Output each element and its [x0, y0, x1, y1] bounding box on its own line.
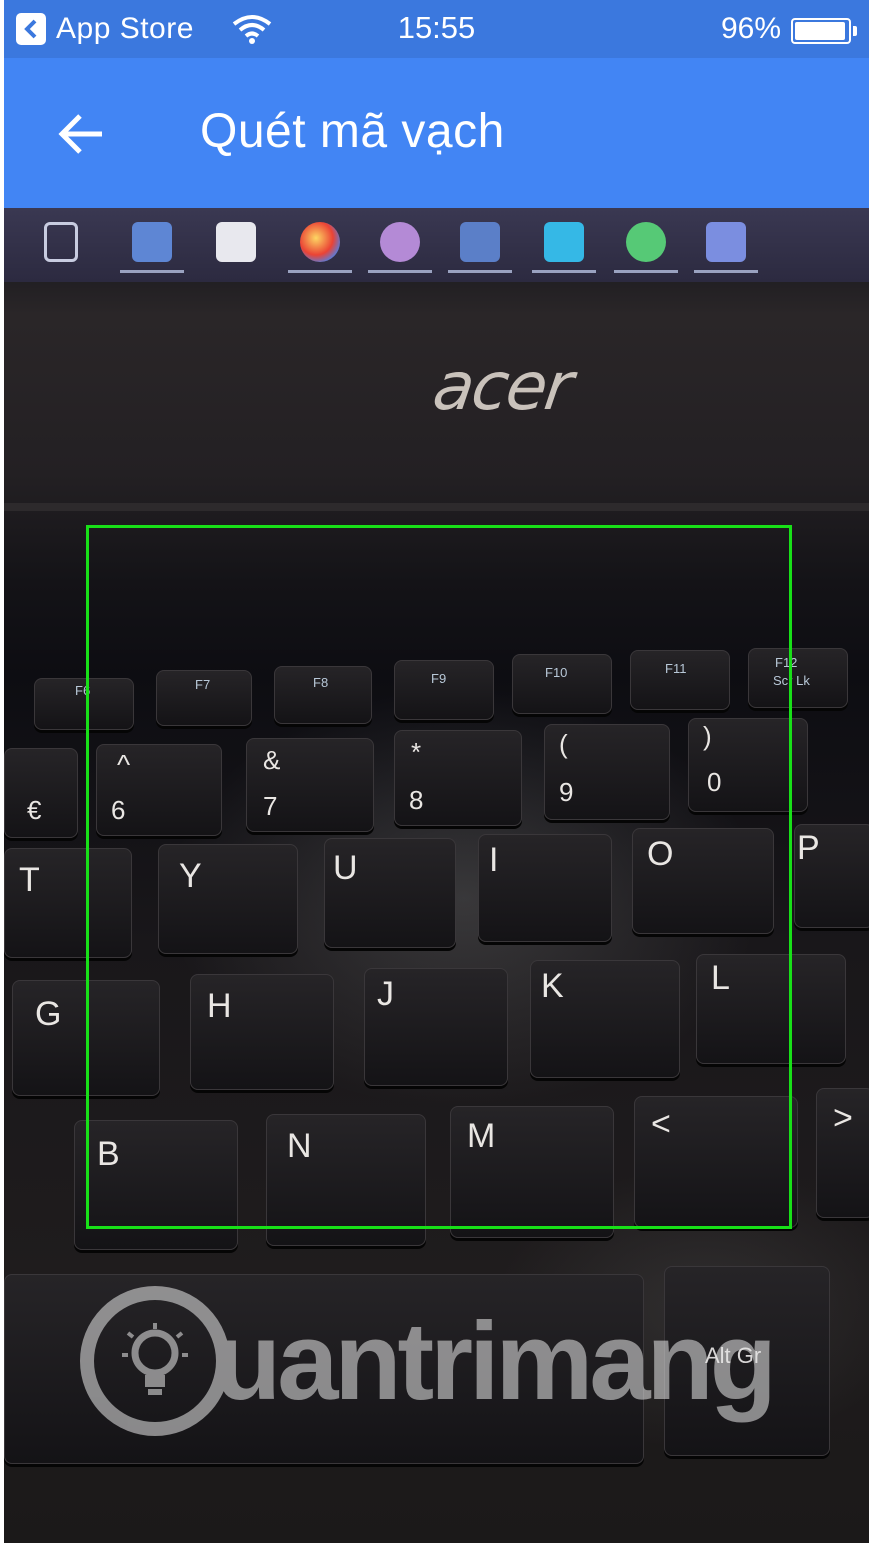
battery-percent: 96% [720, 12, 781, 45]
camera-preview[interactable]: acer F6 F7 F8 F9 F10 F11 F12 Scr Lk € ^ … [4, 208, 869, 1543]
viber-icon [380, 222, 420, 262]
image-app-icon [706, 222, 746, 262]
battery-level-fill [795, 22, 845, 40]
back-arrow-icon[interactable] [54, 106, 110, 162]
document-app-icon [460, 222, 500, 262]
task-view-icon [44, 222, 78, 262]
status-bar: App Store 15:55 96% [4, 0, 869, 58]
barcode-scan-frame [86, 525, 792, 1229]
spotify-icon [626, 222, 666, 262]
file-explorer-icon [132, 222, 172, 262]
chrome-icon [300, 222, 340, 262]
key-greater-than: > [816, 1088, 869, 1218]
app-bar: Quét mã vạch [4, 58, 869, 208]
page-title: Quét mã vạch [200, 105, 505, 158]
key-euro: € [4, 748, 78, 838]
laptop-lid-edge [4, 503, 869, 511]
watermark-text: uantrimang [214, 1299, 777, 1423]
laptop-taskbar [4, 208, 869, 282]
battery-icon [791, 18, 857, 44]
messenger-app-icon [544, 222, 584, 262]
key-p: P [794, 824, 869, 928]
lightbulb-icon [80, 1286, 230, 1436]
laptop-brand-logo: acer [428, 348, 576, 425]
sticky-notes-icon [216, 222, 256, 262]
watermark: uantrimang [80, 1286, 777, 1436]
